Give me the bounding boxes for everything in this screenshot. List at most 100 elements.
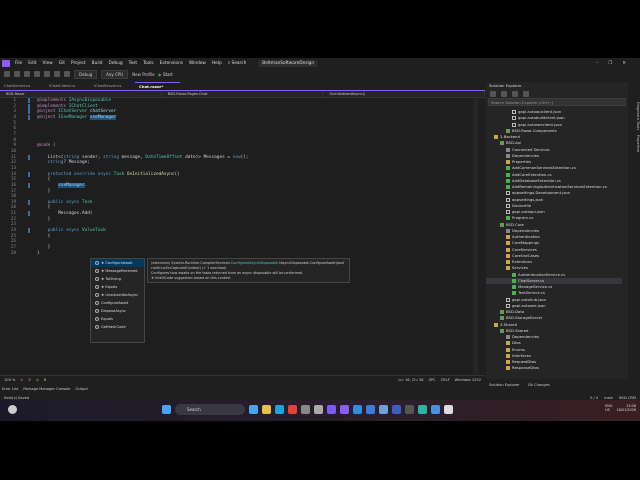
tab-package-manager-console[interactable]: Package Manager Console <box>23 387 70 391</box>
tab-ichatclient[interactable]: IChatClient.cs <box>45 82 90 90</box>
menu-test[interactable]: Test <box>129 61 137 66</box>
class-dropdown[interactable]: BSD.Razor.Pages.Chat <box>162 91 324 97</box>
taskbar-app-icon[interactable] <box>275 405 284 414</box>
back-icon[interactable] <box>14 71 20 77</box>
member-dropdown[interactable]: OnInitializedAsync() <box>323 91 486 97</box>
line-ending[interactable]: CRLF <box>441 378 450 382</box>
file-icon <box>506 203 510 208</box>
taskbar-app-icon[interactable] <box>392 405 401 414</box>
menu-help[interactable]: Help <box>212 61 222 66</box>
redo-icon[interactable] <box>64 71 70 77</box>
taskbar-app-icon[interactable] <box>405 405 414 414</box>
menu-tools[interactable]: Tools <box>143 61 154 66</box>
tab-solution-explorer[interactable]: Solution Explorer <box>489 383 520 387</box>
proj-icon <box>500 328 504 333</box>
configuration-dropdown[interactable]: Debug <box>74 69 98 79</box>
close-button[interactable]: ✕ <box>622 61 626 66</box>
start-button[interactable]: ▶ Start <box>159 72 173 77</box>
profile-dropdown[interactable]: New Profile <box>132 72 154 77</box>
new-file-icon[interactable] <box>4 71 10 77</box>
tab-error-list[interactable]: Error List <box>2 387 18 391</box>
menu-debug[interactable]: Debug <box>108 61 122 66</box>
completion-item[interactable]: ★ UnsubscribeAsync <box>91 291 144 299</box>
tab-git-changes[interactable]: Git Changes <box>528 383 550 387</box>
line-number: 28 <box>10 250 16 256</box>
taskbar-app-icon[interactable] <box>431 405 440 414</box>
toolbar: Debug Any CPU New Profile ▶ Start <box>0 68 640 80</box>
menu-project[interactable]: Project <box>71 61 86 66</box>
completion-item[interactable]: Equals <box>91 315 144 323</box>
language-indicator[interactable]: ENG US <box>605 404 612 412</box>
taskbar-app-icon[interactable] <box>444 405 453 414</box>
completion-item[interactable]: ★ TolString <box>91 275 144 283</box>
method-icon <box>95 309 99 313</box>
tree-item-label: 3.Shared <box>500 321 517 327</box>
file-icon <box>506 297 510 302</box>
taskbar-app-icon[interactable] <box>340 405 349 414</box>
taskbar-app-icon[interactable] <box>366 405 375 414</box>
folder-icon <box>506 160 510 164</box>
minimize-button[interactable]: – <box>596 61 598 66</box>
indent-mode[interactable]: SPC <box>429 378 436 382</box>
tab-diagnostic-tools[interactable]: Diagnostic Tools <box>636 102 640 130</box>
menu-view[interactable]: View <box>43 61 53 66</box>
code-text: } <box>37 251 40 257</box>
error-count[interactable]: 2 <box>28 378 30 382</box>
forward-icon[interactable] <box>24 71 30 77</box>
completion-label: ★ TolString <box>101 277 121 281</box>
clock[interactable]: 23:08 18/01/2026 <box>616 404 636 412</box>
completion-item[interactable]: DisposeAsync <box>91 307 144 315</box>
save-all-icon[interactable] <box>44 71 50 77</box>
taskbar-app-icon[interactable] <box>301 405 310 414</box>
completion-item[interactable]: GetHashCode <box>91 323 144 331</box>
tab-output[interactable]: Output <box>75 387 87 391</box>
tree-item[interactable]: ResponseDtos <box>486 365 622 371</box>
tab-properties[interactable]: Properties <box>636 135 640 153</box>
zoom-level[interactable]: 100 % <box>4 378 15 382</box>
menu-build[interactable]: Build <box>92 61 103 66</box>
tab-chat-razor[interactable]: Chat.razor* <box>135 82 180 90</box>
home-icon[interactable] <box>490 90 496 97</box>
editor-scrollbar[interactable] <box>473 98 478 374</box>
completion-item[interactable]: ConfigureAwait <box>91 299 144 307</box>
taskbar-app-icon[interactable] <box>327 405 336 414</box>
taskbar-search[interactable]: Search <box>175 404 245 415</box>
completion-label: Equals <box>101 317 113 321</box>
tree-item-label: ManageService.cs <box>518 284 553 289</box>
code-editor[interactable]: 1 @implements IAsyncDisposable 2 @implement… <box>0 98 478 374</box>
undo-icon[interactable] <box>54 71 60 77</box>
taskbar-app-icon[interactable] <box>288 405 297 414</box>
start-icon[interactable] <box>162 405 171 414</box>
taskbar-app-icon[interactable] <box>379 405 388 414</box>
taskbar-app-icon[interactable] <box>353 405 362 414</box>
menu-git[interactable]: Git <box>59 61 65 66</box>
save-icon[interactable] <box>34 71 40 77</box>
menu-edit[interactable]: Edit <box>28 61 36 66</box>
solution-search-input[interactable]: Search Solution Explorer (Ctrl+;) <box>488 98 626 106</box>
taskbar-app-icon[interactable] <box>262 405 271 414</box>
wrench-icon[interactable] <box>523 90 529 97</box>
menu-extensions[interactable]: Extensions <box>160 61 183 66</box>
menu-window[interactable]: Window <box>189 61 206 66</box>
project-dropdown[interactable]: BSD.Razor <box>0 91 162 97</box>
code-token: DateTimeOffset <box>145 154 186 160</box>
completion-item[interactable]: ★ Equals <box>91 283 144 291</box>
weather-icon[interactable] <box>8 405 17 414</box>
sync-icon[interactable] <box>501 90 507 97</box>
tab-ichatserver[interactable]: IChatServer.cs <box>90 82 135 90</box>
platform-dropdown[interactable]: Any CPU <box>101 69 129 79</box>
method-icon <box>95 261 99 265</box>
tree-item-label: Dtos <box>512 340 521 346</box>
taskbar-app-icon[interactable] <box>418 405 427 414</box>
tab-chatserver[interactable]: ChatServer.cs <box>0 82 45 90</box>
warning-count[interactable]: 8 <box>44 378 46 382</box>
maximize-button[interactable]: ❐ <box>608 61 612 66</box>
completion-item[interactable]: ★ MessageReceived <box>91 267 144 275</box>
filter-icon[interactable] <box>512 90 518 97</box>
taskbar-app-icon[interactable] <box>249 405 258 414</box>
completion-item[interactable]: ★ ConfigureAwait <box>91 259 144 267</box>
taskbar-app-icon[interactable] <box>314 405 323 414</box>
menu-file[interactable]: File <box>15 61 22 66</box>
search-menu[interactable]: ⌕ Search <box>228 61 253 66</box>
encoding[interactable]: Windows 1252 <box>455 378 481 382</box>
